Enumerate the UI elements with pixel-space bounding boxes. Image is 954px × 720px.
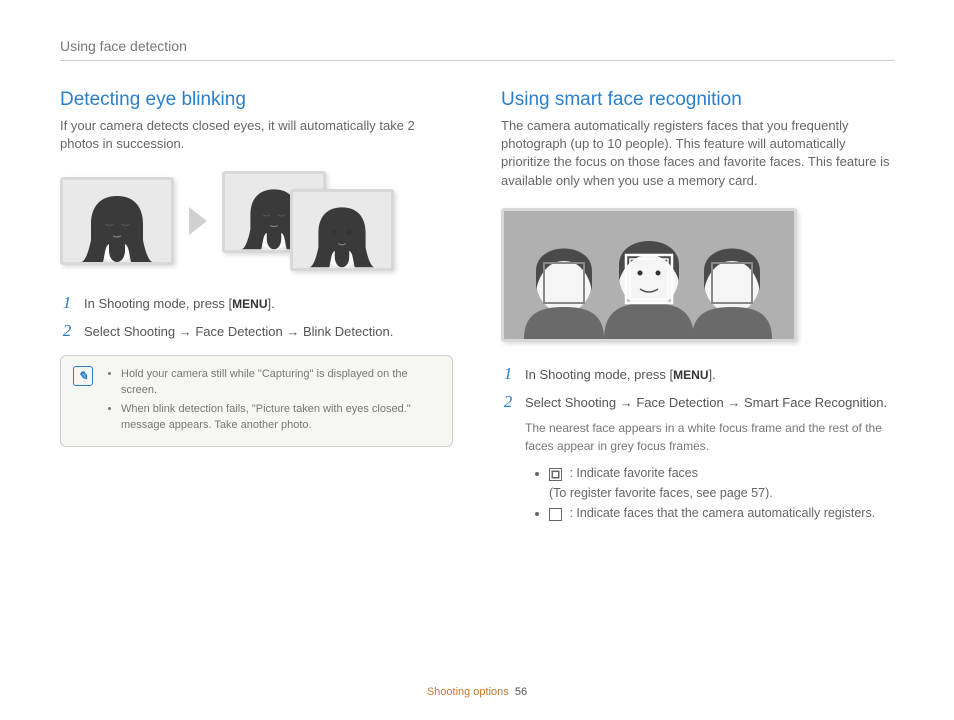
smart-face-illustration — [501, 208, 797, 342]
menu-button-label: MENU — [673, 368, 708, 382]
step-text-fragment: Select — [84, 324, 124, 339]
menu-path-item: Blink Detection — [303, 324, 390, 339]
note-icon: ✎ — [73, 366, 93, 386]
blink-illustration-row — [60, 171, 453, 271]
note-text-fragment: Hold your camera still while " — [121, 368, 262, 380]
menu-path-item: Smart Face Recognition — [744, 395, 883, 410]
note-item-1: Hold your camera still while "Capturing"… — [121, 366, 440, 399]
blink-photo-closed-eyes — [60, 177, 174, 265]
step-text-fragment: In Shooting mode, press [ — [84, 296, 232, 311]
right-heading: Using smart face recognition — [501, 89, 894, 111]
blink-photo-result-2 — [290, 189, 394, 271]
step-text-fragment: In Shooting mode, press [ — [525, 367, 673, 382]
step-text-fragment: Select — [525, 395, 565, 410]
arrow-icon — [186, 203, 210, 239]
left-steps: 1 In Shooting mode, press [MENU]. 2 Sele… — [60, 293, 453, 343]
face-frame-legend: : Indicate favorite faces (To register fa… — [525, 463, 894, 523]
legend-auto-faces: : Indicate faces that the camera automat… — [549, 503, 894, 523]
legend-text: : Indicate favorite faces — [566, 466, 698, 480]
double-square-icon — [549, 468, 562, 481]
menu-path-item: Shooting — [124, 324, 175, 339]
menu-path-item: Face Detection — [636, 395, 723, 410]
step-2-text: Select Shooting → Face Detection → Smart… — [525, 392, 894, 524]
step-text-fragment: ]. — [709, 367, 716, 382]
right-step-2: 2 Select Shooting → Face Detection → Sma… — [501, 392, 894, 524]
step-1-text: In Shooting mode, press [MENU]. — [525, 364, 894, 386]
step-text-fragment: . — [883, 395, 887, 410]
right-step-1: 1 In Shooting mode, press [MENU]. — [501, 364, 894, 386]
step-number: 1 — [501, 364, 515, 386]
left-column: Detecting eye blinking If your camera de… — [60, 89, 453, 529]
blink-photo-stack — [222, 171, 394, 271]
legend-text: : Indicate faces that the camera automat… — [566, 506, 875, 520]
arrow-separator: → — [616, 395, 636, 410]
step-number: 2 — [501, 392, 515, 524]
menu-button-label: MENU — [232, 297, 267, 311]
left-step-1: 1 In Shooting mode, press [MENU]. — [60, 293, 453, 315]
legend-favorite-faces: : Indicate favorite faces (To register fa… — [549, 463, 894, 503]
header-section-label: Using face detection — [60, 38, 894, 61]
note-list: Hold your camera still while "Capturing"… — [105, 366, 440, 436]
note-callout-box: ✎ Hold your camera still while "Capturin… — [60, 355, 453, 447]
step-number: 2 — [60, 321, 74, 343]
left-intro-text: If your camera detects closed eyes, it w… — [60, 117, 453, 153]
right-intro-text: The camera automatically registers faces… — [501, 117, 894, 190]
page-footer: Shooting options 56 — [0, 686, 954, 698]
step-2-subnote: The nearest face appears in a white focu… — [525, 419, 894, 455]
legend-subtext: (To register favorite faces, see page 57… — [549, 486, 773, 500]
arrow-separator: → — [283, 324, 303, 339]
right-steps: 1 In Shooting mode, press [MENU]. 2 Sele… — [501, 364, 894, 524]
single-square-icon — [549, 508, 562, 521]
left-heading: Detecting eye blinking — [60, 89, 453, 111]
step-text-fragment: ]. — [268, 296, 275, 311]
two-column-layout: Detecting eye blinking If your camera de… — [60, 89, 894, 529]
step-text-fragment: . — [390, 324, 394, 339]
left-step-2: 2 Select Shooting → Face Detection → Bli… — [60, 321, 453, 343]
note-bold-term: Capturing — [262, 368, 310, 380]
menu-path-item: Shooting — [565, 395, 616, 410]
right-column: Using smart face recognition The camera … — [501, 89, 894, 529]
note-bold-term: Picture taken with eyes closed — [256, 403, 404, 415]
arrow-separator: → — [724, 395, 744, 410]
manual-page: Using face detection Detecting eye blink… — [0, 0, 954, 720]
step-1-text: In Shooting mode, press [MENU]. — [84, 293, 453, 315]
page-number: 56 — [515, 686, 527, 698]
step-number: 1 — [60, 293, 74, 315]
menu-path-item: Face Detection — [195, 324, 282, 339]
note-text-fragment: When blink detection fails, " — [121, 403, 256, 415]
note-item-2: When blink detection fails, "Picture tak… — [121, 401, 440, 434]
arrow-separator: → — [175, 324, 195, 339]
step-2-text: Select Shooting → Face Detection → Blink… — [84, 321, 453, 343]
footer-section-name: Shooting options — [427, 686, 509, 698]
